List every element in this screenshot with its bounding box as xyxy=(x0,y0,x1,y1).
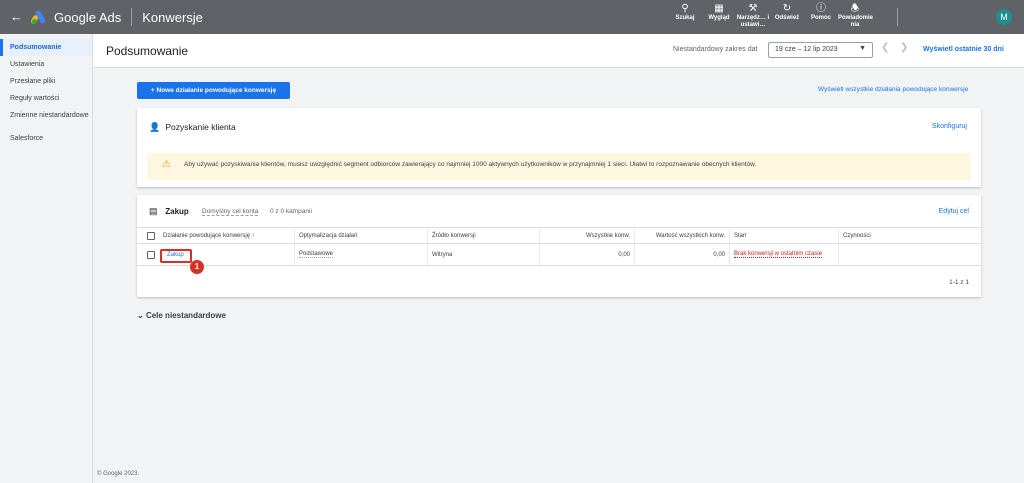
search-icon: ⚲ xyxy=(681,3,689,14)
toolbar: ⚲ Szukaj ▦ Wygląd ⚒ Narzędz… i ustawi… ↻ Odś… xyxy=(668,3,873,29)
tool-tools[interactable]: ⚒ Narzędz… i ustawi… xyxy=(736,3,770,29)
customer-acquisition-card: 👤 Pozyskanie klienta Skonfiguruj ⚠ Aby u… xyxy=(137,108,981,187)
tool-refresh[interactable]: ↻ Odśwież xyxy=(770,3,804,29)
warning-banner: ⚠ Aby używać pozyskiwania klientów, musi… xyxy=(147,153,971,180)
row-cell-optimization: Podstawowe xyxy=(295,244,428,265)
appearance-icon: ▦ xyxy=(714,3,724,14)
page-header: Podsumowanie Niestandardowy zakres dat 1… xyxy=(93,34,1024,68)
header-cell-source[interactable]: Źródło konwersji xyxy=(428,228,540,243)
step-badge: 1 xyxy=(190,260,204,274)
row-checkbox[interactable] xyxy=(147,250,155,259)
custom-goals-toggle[interactable]: ⌄ Cele niestandardowe xyxy=(137,311,226,320)
help-icon: ⓘ xyxy=(816,3,826,14)
tool-help[interactable]: ⓘ Pomoc xyxy=(804,3,838,29)
row-cell-all-conv: 0,00 xyxy=(540,244,635,265)
top-bar: ← Google Ads Konwersje ⚲ Szukaj ▦ Wygląd ⚒… xyxy=(0,0,1024,34)
date-range-value: 19 cze – 12 lip 2023 xyxy=(775,46,838,53)
header-cell-activities: Czynności xyxy=(843,232,871,239)
bell-icon: 🕭 xyxy=(850,3,860,14)
table-header: Działanie powodujące konwersję ↑ Optymal… xyxy=(137,227,981,244)
chevron-down-icon: ⌄ xyxy=(137,311,144,320)
sidebar-item-summary[interactable]: Podsumowanie xyxy=(0,39,92,56)
select-all-checkbox[interactable] xyxy=(147,231,155,240)
view-all-actions-link[interactable]: Wyświetl wszystkie działania powodujące … xyxy=(818,86,968,93)
divider xyxy=(131,8,133,26)
chevron-right-icon[interactable]: ❯ xyxy=(900,42,908,53)
edit-goal-link[interactable]: Edytuj cel xyxy=(939,208,969,215)
date-range-label: Niestandardowy zakres dat xyxy=(673,46,758,53)
row-cell-all-conv-value: 0,00 xyxy=(635,244,730,265)
person-add-icon: 👤 xyxy=(149,122,161,132)
sidebar-item-salesforce[interactable]: Salesforce xyxy=(0,130,92,147)
divider xyxy=(897,8,898,26)
configure-link[interactable]: Skonfiguruj xyxy=(932,123,967,130)
warning-icon: ⚠ xyxy=(162,159,171,170)
tool-search[interactable]: ⚲ Szukaj xyxy=(668,3,702,29)
pagination: 1-1 z 1 xyxy=(949,279,969,286)
caret-down-icon: ▼ xyxy=(859,45,866,52)
sidebar-item-settings[interactable]: Ustawienia xyxy=(0,56,92,73)
card-title: 👤 Pozyskanie klienta xyxy=(149,122,236,132)
purchase-goal-card: ▤ Zakup Domyślny cel konta 0 z 0 kampani… xyxy=(137,195,981,297)
row-cell-source: Witryna xyxy=(428,244,540,265)
back-arrow-icon[interactable]: ← xyxy=(10,10,24,24)
goal-title: ▤ Zakup xyxy=(149,206,189,216)
brand-name: Google Ads xyxy=(54,9,122,25)
row-cell-status: Brak konwersji w ostatnim czasie xyxy=(730,244,839,265)
sidebar-item-custom-variables[interactable]: Zmienne niestandardowe xyxy=(0,107,92,124)
header-cell-all-conv-value[interactable]: Wartość wszystkich konw. xyxy=(635,228,730,243)
row-cell-activities xyxy=(839,244,981,265)
refresh-icon: ↻ xyxy=(782,3,792,14)
default-goal-label[interactable]: Domyślny cel konta xyxy=(202,208,259,216)
avatar[interactable]: M xyxy=(996,9,1012,25)
header-cell-all-conv[interactable]: Wszystkie konw. xyxy=(540,228,635,243)
sidebar-item-value-rules[interactable]: Reguły wartości xyxy=(0,90,92,107)
tool-appearance[interactable]: ▦ Wygląd xyxy=(702,3,736,29)
new-conversion-action-button[interactable]: + Nowe działanie powodujące konwersję xyxy=(137,82,290,99)
tool-notifications[interactable]: 🕭 Powiadomie nia xyxy=(838,3,873,29)
table-row: Zakup Podstawowe Witryna 0,00 0,00 Brak … xyxy=(137,244,981,266)
sidebar-item-uploads[interactable]: Przesłane pliki xyxy=(0,73,92,90)
header-cell-optimization[interactable]: Optymalizacja działań xyxy=(295,228,428,243)
sidebar: Podsumowanie Ustawienia Przesłane pliki … xyxy=(0,34,93,483)
section-title: Konwersje xyxy=(142,9,203,25)
card-icon: ▤ xyxy=(149,206,158,216)
header-cell-status[interactable]: Stan xyxy=(730,228,839,243)
date-range-select[interactable]: 19 cze – 12 lip 2023 ▼ xyxy=(768,42,873,58)
warning-text: Aby używać pozyskiwania klientów, musisz… xyxy=(184,161,757,168)
campaigns-count: 0 z 0 kampanii xyxy=(270,208,312,215)
chevron-left-icon[interactable]: ❮ xyxy=(881,42,889,53)
page-title: Podsumowanie xyxy=(106,44,189,58)
show-last-30-days-link[interactable]: Wyświetl ostatnie 30 dni xyxy=(923,46,1004,53)
wrench-icon: ⚒ xyxy=(748,3,758,14)
highlight-box xyxy=(160,249,192,263)
footer: © Google 2023. xyxy=(97,471,140,477)
google-ads-logo[interactable] xyxy=(30,9,48,25)
header-cell-action[interactable]: Działanie powodujące konwersję ↑ xyxy=(137,228,295,243)
status-text[interactable]: Brak konwersji w ostatnim czasie xyxy=(734,251,823,258)
